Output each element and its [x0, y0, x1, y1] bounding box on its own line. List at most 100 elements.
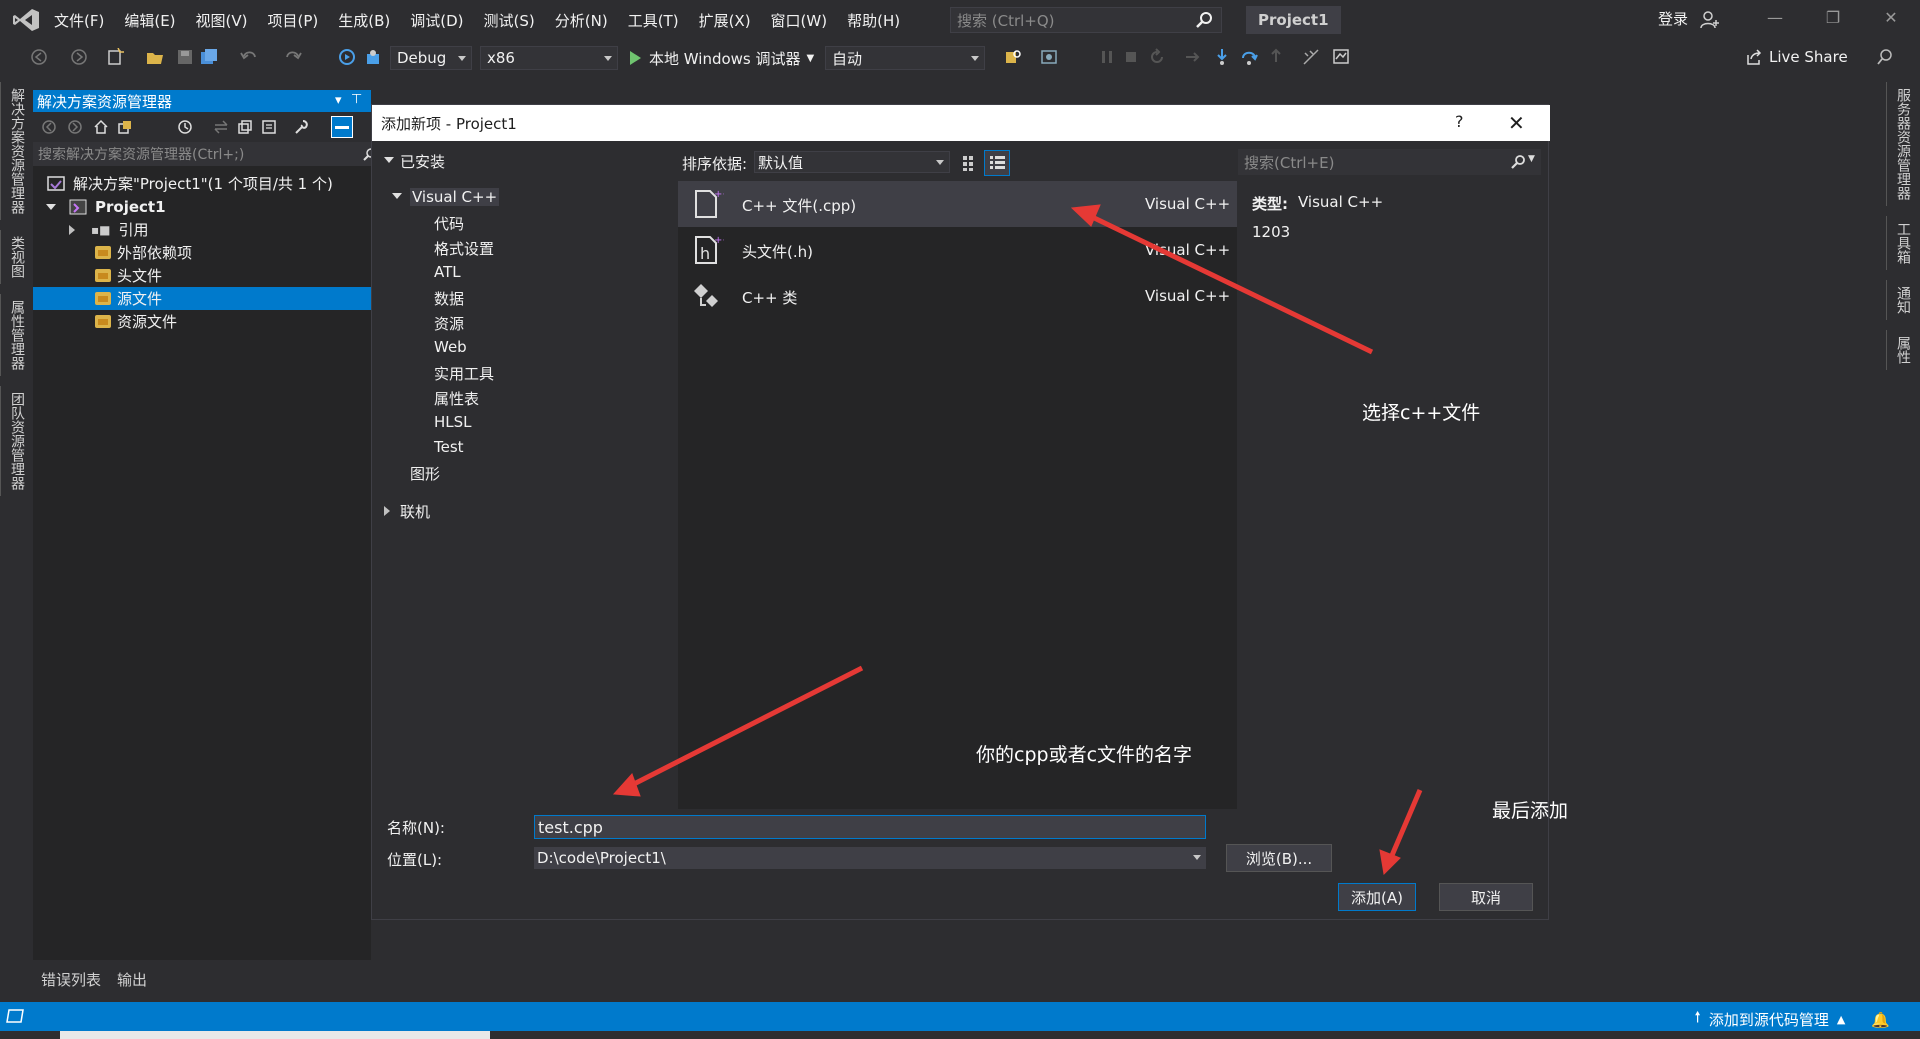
category-installed[interactable]: 已安装 [400, 151, 445, 172]
tree-solution-node[interactable]: 解决方案"Project1"(1 个项目/共 1 个) [33, 172, 371, 195]
step-over-icon[interactable] [1240, 48, 1258, 66]
attach-process-icon[interactable] [364, 48, 382, 66]
category-formatting[interactable]: 格式设置 [434, 238, 494, 259]
forward-icon[interactable] [70, 48, 88, 66]
template-header-file[interactable]: h ++ 头文件(.h) Visual C++ [678, 227, 1237, 273]
switch-views-icon[interactable] [117, 119, 133, 135]
preview-selected-items-icon[interactable] [331, 116, 353, 138]
menu-extensions[interactable]: 扩展(X) [689, 10, 761, 31]
category-hlsl[interactable]: HLSL [434, 413, 472, 431]
location-select[interactable]: D:\code\Project1\ [534, 847, 1206, 869]
redo-icon[interactable] [284, 48, 302, 66]
live-share-button[interactable]: Live Share [1745, 48, 1848, 66]
tree-item-header-files[interactable]: 头文件 [33, 264, 371, 287]
show-next-statement-icon[interactable] [1184, 48, 1202, 66]
menu-analyze[interactable]: 分析(N) [545, 10, 618, 31]
cancel-button[interactable]: 取消 [1439, 883, 1533, 911]
debug-target-select[interactable]: 自动 [825, 46, 985, 70]
restart-icon[interactable] [1148, 48, 1166, 66]
name-input[interactable] [534, 815, 1206, 839]
pin-icon[interactable]: ⊤ [351, 92, 362, 107]
undo-icon[interactable] [240, 48, 258, 66]
expand-icon[interactable] [46, 204, 56, 210]
template-search-input[interactable]: 搜索(Ctrl+E) ▼ [1238, 149, 1541, 175]
browser-link-icon[interactable] [338, 48, 356, 66]
category-test[interactable]: Test [434, 438, 464, 456]
category-graphics[interactable]: 图形 [410, 463, 440, 484]
grid-view-icon[interactable] [957, 150, 983, 176]
tab-server-explorer[interactable]: 服务器资源管理器 [1886, 82, 1919, 206]
add-button[interactable]: 添加(A) [1338, 883, 1416, 911]
menu-file[interactable]: 文件(F) [44, 10, 114, 31]
bell-icon[interactable]: 🔔 [1871, 1011, 1890, 1029]
browse-button[interactable]: 浏览(B)... [1226, 844, 1332, 872]
tab-team-explorer[interactable]: 团队资源管理器 [0, 386, 33, 496]
menu-test[interactable]: 测试(S) [474, 10, 545, 31]
forward-icon[interactable] [67, 119, 83, 135]
tab-class-view[interactable]: 类视图 [0, 230, 33, 284]
solution-search-input[interactable]: 搜索解决方案资源管理器(Ctrl+;) [33, 142, 376, 166]
diagnostics-icon[interactable] [1332, 48, 1350, 66]
restore-icon[interactable]: ❐ [1818, 8, 1848, 32]
tab-notifications[interactable]: 通知 [1886, 280, 1919, 320]
expand-icon[interactable] [384, 157, 394, 163]
source-control-button[interactable]: 🠕 添加到源代码管理 ▲ 🔔 [1694, 1007, 1890, 1032]
save-all-icon[interactable] [200, 48, 218, 66]
tab-error-list[interactable]: 错误列表 [33, 967, 109, 992]
close-icon[interactable]: ✕ [1508, 111, 1525, 135]
quick-launch-search[interactable]: 搜索 (Ctrl+Q) [950, 7, 1222, 33]
back-icon[interactable] [41, 119, 57, 135]
menu-edit[interactable]: 编辑(E) [114, 10, 185, 31]
category-code[interactable]: 代码 [434, 213, 464, 234]
platform-select[interactable]: x86 [480, 46, 618, 70]
start-debugging-button[interactable]: 本地 Windows 调试器 ▼ [626, 46, 814, 70]
tab-toolbox[interactable]: 工具箱 [1886, 216, 1919, 270]
collapse-all-icon[interactable] [237, 119, 253, 135]
tab-solution-explorer[interactable]: 解决方案资源管理器 [0, 82, 33, 220]
tree-item-references[interactable]: ▪■ 引用 [33, 218, 371, 241]
tab-property-manager[interactable]: 属性管理器 [0, 294, 33, 376]
menu-view[interactable]: 视图(V) [186, 10, 258, 31]
login-link[interactable]: 登录 [1658, 8, 1688, 29]
show-all-files-icon[interactable] [261, 119, 277, 135]
category-utility[interactable]: 实用工具 [434, 363, 494, 384]
tree-item-resource-files[interactable]: 资源文件 [33, 310, 371, 333]
step-into-icon[interactable] [1213, 48, 1231, 66]
tab-properties[interactable]: 属性 [1886, 330, 1919, 370]
tree-item-external-deps[interactable]: 外部依赖项 [33, 241, 371, 264]
wrench-icon[interactable] [293, 119, 309, 135]
step-out-icon[interactable] [1267, 48, 1285, 66]
menu-help[interactable]: 帮助(H) [837, 10, 910, 31]
help-button[interactable]: ? [1455, 112, 1464, 131]
stop-icon[interactable] [1122, 48, 1140, 66]
chevron-down-icon[interactable]: ▼ [1528, 154, 1535, 164]
output-window-icon[interactable] [6, 1009, 24, 1023]
menu-tools[interactable]: 工具(T) [618, 10, 689, 31]
feedback-icon[interactable] [1876, 48, 1894, 66]
tree-project-node[interactable]: Project1 [33, 195, 371, 218]
save-icon[interactable] [176, 48, 194, 66]
pending-changes-filter-icon[interactable] [177, 119, 193, 135]
toggle-breakpoints-icon[interactable] [1302, 48, 1320, 66]
template-cpp-class[interactable]: C++ 类 Visual C++ [678, 273, 1237, 319]
category-online[interactable]: 联机 [400, 501, 430, 522]
list-view-icon[interactable] [984, 150, 1010, 176]
sort-select[interactable]: 默认值 [754, 151, 950, 173]
category-property-sheets[interactable]: 属性表 [434, 388, 479, 409]
close-window-icon[interactable]: ✕ [1876, 8, 1906, 32]
collapse-icon[interactable] [384, 506, 390, 516]
pause-icon[interactable] [1098, 48, 1116, 66]
category-visual-cpp[interactable]: Visual C++ [410, 188, 500, 206]
category-data[interactable]: 数据 [434, 288, 464, 309]
back-icon[interactable] [30, 48, 48, 66]
category-atl[interactable]: ATL [434, 263, 461, 281]
menu-build[interactable]: 生成(B) [328, 10, 400, 31]
configuration-select[interactable]: Debug [390, 46, 472, 70]
menu-window[interactable]: 窗口(W) [761, 10, 838, 31]
open-folder-icon[interactable] [146, 48, 164, 66]
category-web[interactable]: Web [434, 338, 467, 356]
new-project-icon[interactable] [106, 48, 124, 66]
tab-output[interactable]: 输出 [109, 967, 155, 992]
menu-project[interactable]: 项目(P) [258, 10, 329, 31]
screenshot-icon[interactable] [1040, 48, 1058, 66]
